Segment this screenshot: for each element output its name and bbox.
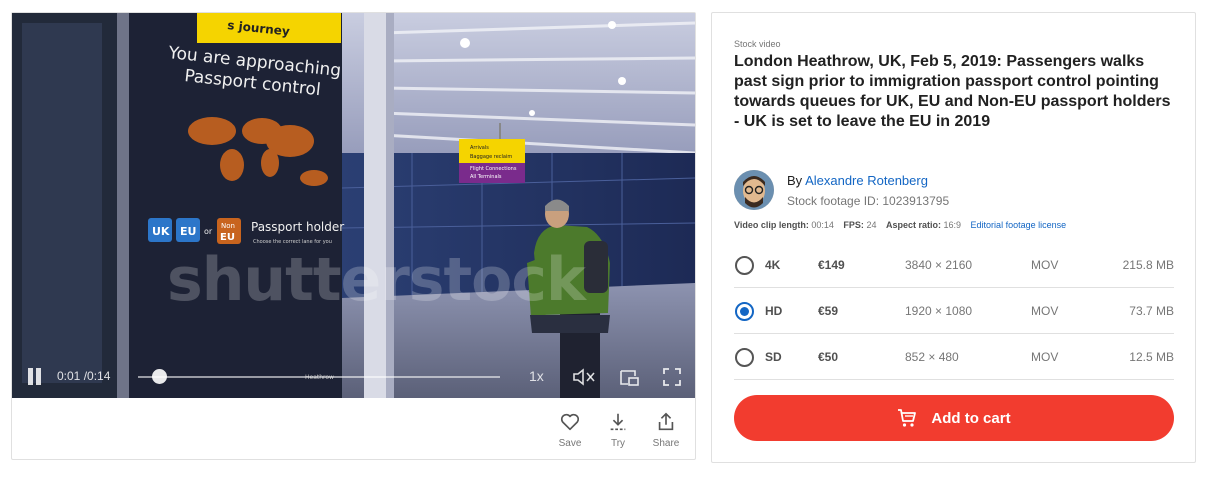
page-title: London Heathrow, UK, Feb 5, 2019: Passen…	[734, 53, 1171, 130]
arrivals-text-4: All Terminals	[470, 174, 502, 180]
video-card: Arrivals Baggage reclaim Flight Connecti…	[11, 12, 696, 460]
cart-icon	[898, 409, 917, 427]
arrivals-text-1: Arrivals	[470, 145, 489, 151]
option-row-hd[interactable]: HD €59 1920 × 1080 MOV 73.7 MB	[734, 288, 1174, 334]
clip-meta: Video clip length: 00:14 FPS: 24 Aspect …	[734, 220, 1066, 230]
sign-eu: EU	[180, 225, 196, 238]
purchase-panel: Stock video London Heathrow, UK, Feb 5, …	[711, 12, 1196, 463]
save-button[interactable]: Save	[555, 411, 585, 459]
option-row-sd[interactable]: SD €50 852 × 480 MOV 12.5 MB	[734, 334, 1174, 380]
video-player[interactable]: Arrivals Baggage reclaim Flight Connecti…	[12, 13, 695, 398]
aspect-label: Aspect ratio:	[885, 220, 941, 230]
option-resolution: SD	[765, 350, 782, 364]
video-frame: Arrivals Baggage reclaim Flight Connecti…	[12, 13, 695, 398]
resolution-options: 4K €149 3840 × 2160 MOV 215.8 MB HD €59 …	[734, 242, 1174, 380]
length-value: 00:14	[811, 220, 834, 230]
fullscreen-icon[interactable]	[662, 367, 682, 387]
radio-sd[interactable]	[735, 348, 754, 367]
sign-uk: UK	[152, 225, 170, 238]
playback-speed[interactable]: 1x	[529, 368, 544, 384]
option-format: MOV	[1031, 350, 1059, 364]
aspect-value: 16:9	[943, 220, 962, 230]
avatar[interactable]	[734, 170, 774, 210]
sign-or: or	[204, 227, 213, 236]
option-format: MOV	[1031, 258, 1059, 272]
pause-icon[interactable]	[26, 368, 44, 386]
option-size: 215.8 MB	[1122, 258, 1174, 272]
add-to-cart-button[interactable]: Add to cart	[734, 395, 1174, 441]
shutterstock-watermark: shutterstock	[167, 245, 586, 315]
footage-id: Stock footage ID: 1023913795	[787, 194, 950, 208]
option-resolution: 4K	[765, 258, 781, 272]
try-button[interactable]: Try	[603, 411, 633, 459]
option-row-4k[interactable]: 4K €149 3840 × 2160 MOV 215.8 MB	[734, 242, 1174, 288]
option-dimensions: 852 × 480	[905, 350, 959, 364]
option-price: €59	[818, 304, 839, 318]
picture-in-picture-icon[interactable]	[618, 367, 640, 387]
radio-hd[interactable]	[735, 302, 754, 321]
share-icon	[658, 412, 674, 431]
progress-track[interactable]	[138, 376, 500, 378]
add-to-cart-label: Add to cart	[931, 409, 1011, 427]
option-price: €149	[818, 258, 845, 272]
option-price: €50	[818, 350, 839, 364]
arrivals-text-3: Flight Connections	[470, 166, 517, 172]
playback-time: 0:01 /0:14	[57, 369, 111, 383]
arrivals-text-2: Baggage reclaim	[470, 154, 512, 160]
heart-icon	[560, 413, 580, 431]
try-label: Try	[610, 438, 626, 449]
sign-non-eu-2: EU	[220, 232, 235, 243]
option-format: MOV	[1031, 304, 1059, 318]
contributor-line: By Alexandre Rotenberg	[787, 173, 928, 188]
video-actions: Save Try Share	[555, 411, 681, 459]
option-resolution: HD	[765, 304, 783, 318]
fps-value: 24	[866, 220, 877, 230]
by-prefix: By	[787, 173, 803, 188]
radio-4k[interactable]	[735, 256, 754, 275]
progress-knob[interactable]	[152, 369, 168, 384]
video-controls: 0:01 /0:14 1x	[12, 365, 695, 395]
asset-type: Stock video	[734, 39, 781, 49]
option-size: 73.7 MB	[1129, 304, 1174, 318]
sign-non-eu-1: Non	[221, 222, 235, 230]
mute-icon[interactable]	[572, 367, 596, 387]
sign-holder: Passport holder	[251, 220, 344, 234]
option-dimensions: 3840 × 2160	[905, 258, 973, 272]
contributor-link[interactable]: Alexandre Rotenberg	[805, 173, 928, 188]
save-label: Save	[558, 438, 582, 449]
option-dimensions: 1920 × 1080	[905, 304, 973, 318]
license-link[interactable]: Editorial footage license	[971, 220, 1067, 230]
fps-label: FPS:	[843, 220, 864, 230]
download-icon	[610, 413, 626, 431]
share-label: Share	[652, 438, 680, 449]
option-size: 12.5 MB	[1129, 350, 1174, 364]
share-button[interactable]: Share	[651, 411, 681, 459]
length-label: Video clip length:	[734, 220, 809, 230]
